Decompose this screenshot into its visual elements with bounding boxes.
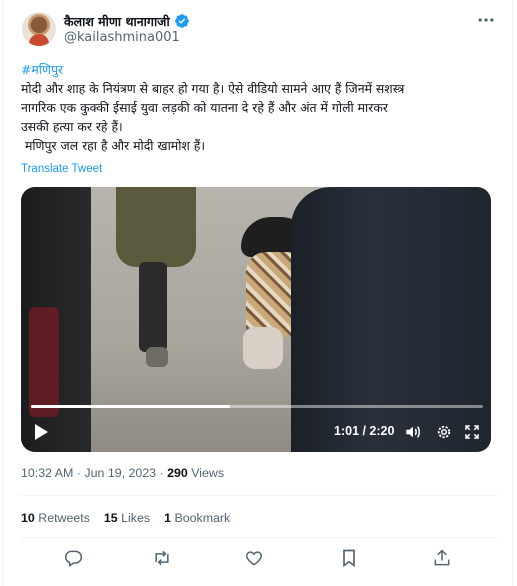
- settings-icon[interactable]: [435, 423, 453, 441]
- video-player[interactable]: 1:01 / 2:20: [21, 187, 491, 452]
- share-icon: [434, 549, 450, 566]
- tweet-text-line: मणिपुर जल रहा है और मोदी खामोश हैं।: [21, 138, 206, 153]
- reply-icon: [65, 550, 83, 567]
- likes-count: 15: [103, 511, 118, 525]
- tweet-text-line: उसकी हत्या कर रहे हैं।: [21, 119, 123, 134]
- bookmarks-label: Bookmark: [174, 511, 231, 525]
- author-name-row[interactable]: कैलाश मीणा थानागाजी: [64, 12, 190, 30]
- translate-tweet-link[interactable]: Translate Tweet: [21, 163, 102, 175]
- retweet-button[interactable]: [152, 548, 174, 570]
- like-icon: [245, 551, 263, 566]
- retweet-icon: [155, 550, 169, 566]
- play-icon[interactable]: [33, 423, 49, 441]
- tweet-stats: 10 Retweets 15 Likes 1 Bookmark: [21, 511, 230, 525]
- meta-separator: ·: [159, 466, 164, 480]
- retweets-count: 10: [21, 511, 35, 525]
- views-label: Views: [191, 466, 225, 480]
- tweet-time[interactable]: 10:32 AM: [21, 466, 73, 480]
- meta-separator: ·: [76, 466, 81, 480]
- divider: [21, 495, 497, 496]
- reply-button[interactable]: [63, 548, 85, 570]
- avatar[interactable]: [22, 12, 56, 46]
- video-time: 1:01 / 2:20: [334, 424, 395, 438]
- hashtag-link[interactable]: #मणिपुर: [21, 60, 497, 79]
- video-frame: [21, 187, 491, 452]
- bookmarks-stat[interactable]: 1 Bookmark: [164, 511, 230, 525]
- tweet-actions: [0, 548, 517, 574]
- video-figure: [116, 187, 196, 267]
- like-button[interactable]: [244, 548, 266, 570]
- likes-stat[interactable]: 15 Likes: [104, 511, 150, 525]
- fullscreen-icon[interactable]: [463, 423, 481, 441]
- tweet-text-line: मोदी और शाह के नियंत्रण से बाहर हो गया ह…: [21, 81, 405, 96]
- author-handle[interactable]: @kailashmina001: [64, 30, 180, 45]
- video-figure: [29, 307, 59, 417]
- likes-label: Likes: [121, 511, 151, 525]
- video-progress-fill: [31, 405, 230, 408]
- video-figure: [146, 347, 168, 367]
- bookmarks-count: 1: [164, 511, 171, 525]
- video-progress-bar[interactable]: [31, 405, 483, 408]
- tweet-text-line: नागरिक एक कुक्की ईसाई युवा लड़की को यातन…: [21, 100, 388, 115]
- bookmark-button[interactable]: [339, 548, 361, 570]
- video-figure: [139, 262, 167, 352]
- retweets-stat[interactable]: 10 Retweets: [21, 511, 90, 525]
- retweets-label: Retweets: [38, 511, 90, 525]
- share-button[interactable]: [432, 548, 454, 570]
- author-display-name[interactable]: कैलाश मीणा थानागाजी: [64, 13, 170, 30]
- bookmark-icon: [343, 549, 355, 568]
- verified-badge-icon: [174, 14, 189, 28]
- divider: [21, 537, 497, 538]
- tweet-meta: 10:32 AM · Jun 19, 2023 · 290 Views: [21, 466, 224, 480]
- video-figure: [243, 327, 283, 369]
- views-count: 290: [167, 466, 188, 480]
- video-figure: [291, 187, 491, 452]
- tweet-text: #मणिपुर मोदी और शाह के नियंत्रण से बाहर …: [21, 60, 497, 155]
- more-icon[interactable]: [476, 10, 496, 30]
- tweet-date[interactable]: Jun 19, 2023: [84, 466, 156, 480]
- volume-icon[interactable]: [404, 423, 422, 441]
